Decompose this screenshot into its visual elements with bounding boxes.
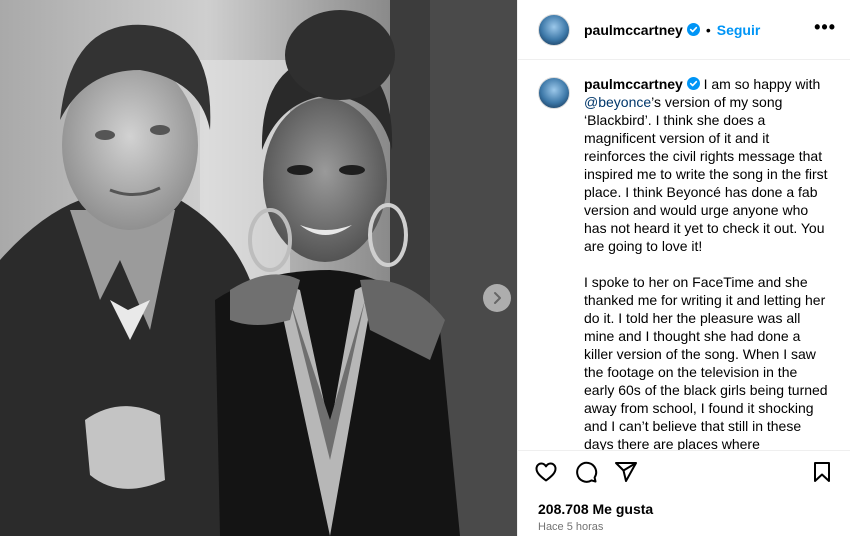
caption-area: paulmccartney I am so happy with @beyonc… xyxy=(518,61,850,450)
caption-body: ’s version of my song ‘Blackbird’. I thi… xyxy=(584,94,828,450)
follow-button[interactable]: Seguir xyxy=(717,22,761,38)
share-icon[interactable] xyxy=(614,460,638,484)
caption-avatar[interactable] xyxy=(538,77,570,109)
chevron-right-icon xyxy=(494,292,501,304)
verified-badge-icon xyxy=(686,77,700,90)
verified-badge-icon xyxy=(686,23,700,36)
action-bar xyxy=(534,458,654,486)
heart-icon[interactable] xyxy=(534,460,558,484)
post-timestamp[interactable]: Hace 5 horas xyxy=(538,521,603,533)
likes-count[interactable]: 208.708 Me gusta xyxy=(538,501,653,517)
username-link[interactable]: paulmccartney xyxy=(584,22,683,38)
avatar[interactable] xyxy=(538,13,570,46)
caption-text: paulmccartney I am so happy with @beyonc… xyxy=(584,75,829,450)
divider xyxy=(518,450,850,451)
post-side-panel: paulmccartney • Seguir ••• paulmccartney… xyxy=(517,0,850,536)
caption-row: paulmccartney I am so happy with @beyonc… xyxy=(538,75,835,450)
post-photo xyxy=(0,0,517,536)
caption-intro: I am so happy with xyxy=(703,76,825,92)
more-options-icon[interactable]: ••• xyxy=(814,18,836,36)
separator-dot: • xyxy=(705,21,711,38)
bookmark-icon[interactable] xyxy=(810,460,834,484)
caption-username[interactable]: paulmccartney xyxy=(584,76,683,92)
mention-link[interactable]: @beyonce xyxy=(584,94,651,110)
comment-icon[interactable] xyxy=(574,460,598,484)
post-header: paulmccartney • Seguir ••• xyxy=(518,0,850,60)
next-photo-button[interactable] xyxy=(483,284,511,312)
black-and-white-photo xyxy=(0,0,517,536)
